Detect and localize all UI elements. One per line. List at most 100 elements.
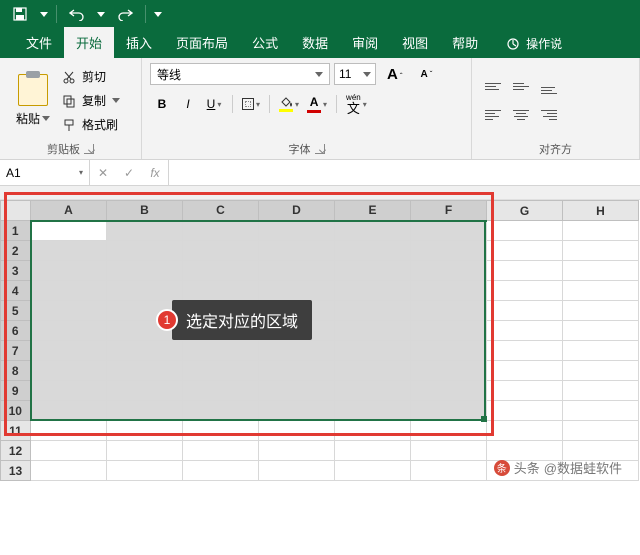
cell[interactable] bbox=[335, 361, 411, 381]
worksheet-grid[interactable]: ABCDEFGH12345678910111213 1 选定对应的区域 条 头条… bbox=[0, 200, 640, 481]
cell[interactable] bbox=[31, 321, 107, 341]
row-header[interactable]: 4 bbox=[1, 281, 31, 301]
qat-customize-dropdown[interactable] bbox=[154, 12, 162, 17]
cell[interactable] bbox=[107, 361, 183, 381]
cell[interactable] bbox=[183, 461, 259, 481]
cell[interactable] bbox=[107, 441, 183, 461]
font-launcher[interactable] bbox=[315, 144, 325, 154]
col-header[interactable]: D bbox=[259, 201, 335, 221]
cell[interactable] bbox=[335, 341, 411, 361]
tab-review[interactable]: 审阅 bbox=[340, 27, 390, 58]
cell[interactable] bbox=[563, 401, 639, 421]
align-center-button[interactable] bbox=[508, 103, 534, 127]
copy-button[interactable]: 复制 bbox=[62, 90, 120, 112]
qat-save-dropdown[interactable] bbox=[40, 12, 48, 17]
cell[interactable] bbox=[107, 241, 183, 261]
cell[interactable] bbox=[183, 381, 259, 401]
tab-data[interactable]: 数据 bbox=[290, 27, 340, 58]
cell[interactable] bbox=[31, 461, 107, 481]
phonetic-button[interactable]: wén文▾ bbox=[343, 92, 370, 116]
cell[interactable] bbox=[335, 461, 411, 481]
cell[interactable] bbox=[259, 341, 335, 361]
cell[interactable] bbox=[563, 361, 639, 381]
cell[interactable] bbox=[411, 261, 487, 281]
tell-me[interactable]: 操作说 bbox=[498, 29, 570, 58]
cell[interactable] bbox=[335, 421, 411, 441]
cell[interactable] bbox=[411, 301, 487, 321]
cell[interactable] bbox=[411, 461, 487, 481]
tab-help[interactable]: 帮助 bbox=[440, 27, 490, 58]
format-painter-button[interactable]: 格式刷 bbox=[62, 114, 120, 136]
cell[interactable] bbox=[487, 401, 563, 421]
col-header[interactable]: B bbox=[107, 201, 183, 221]
fx-button[interactable]: fx bbox=[142, 166, 168, 180]
row-header[interactable]: 7 bbox=[1, 341, 31, 361]
align-top-button[interactable] bbox=[480, 75, 506, 99]
row-header[interactable]: 12 bbox=[1, 441, 31, 461]
cell[interactable] bbox=[563, 321, 639, 341]
cell[interactable] bbox=[487, 261, 563, 281]
cell[interactable] bbox=[183, 441, 259, 461]
cell[interactable] bbox=[563, 381, 639, 401]
cell[interactable] bbox=[411, 381, 487, 401]
cell[interactable] bbox=[107, 221, 183, 241]
cell[interactable] bbox=[411, 321, 487, 341]
cell[interactable] bbox=[259, 241, 335, 261]
cell[interactable] bbox=[411, 241, 487, 261]
align-right-button[interactable] bbox=[536, 103, 562, 127]
cell[interactable] bbox=[259, 461, 335, 481]
cell[interactable] bbox=[31, 341, 107, 361]
row-header[interactable]: 13 bbox=[1, 461, 31, 481]
cell[interactable] bbox=[107, 341, 183, 361]
cell[interactable] bbox=[259, 401, 335, 421]
cell[interactable] bbox=[183, 401, 259, 421]
cell[interactable] bbox=[487, 341, 563, 361]
cell[interactable] bbox=[411, 441, 487, 461]
cell[interactable] bbox=[335, 321, 411, 341]
cell[interactable] bbox=[487, 221, 563, 241]
cell[interactable] bbox=[31, 301, 107, 321]
cell[interactable] bbox=[31, 261, 107, 281]
cell[interactable] bbox=[259, 261, 335, 281]
cell[interactable] bbox=[487, 241, 563, 261]
cell[interactable] bbox=[183, 361, 259, 381]
cell[interactable] bbox=[411, 281, 487, 301]
tab-view[interactable]: 视图 bbox=[390, 27, 440, 58]
cell[interactable] bbox=[411, 341, 487, 361]
col-header[interactable]: F bbox=[411, 201, 487, 221]
cell[interactable] bbox=[335, 261, 411, 281]
increase-font-button[interactable]: Aˆ bbox=[380, 62, 410, 86]
cell[interactable] bbox=[335, 241, 411, 261]
cell[interactable] bbox=[335, 281, 411, 301]
cell[interactable] bbox=[183, 221, 259, 241]
col-header[interactable]: E bbox=[335, 201, 411, 221]
row-header[interactable]: 2 bbox=[1, 241, 31, 261]
font-size-select[interactable]: 11 bbox=[334, 63, 376, 85]
cell[interactable] bbox=[107, 281, 183, 301]
cell[interactable] bbox=[259, 441, 335, 461]
undo-button[interactable] bbox=[65, 2, 89, 26]
cell[interactable] bbox=[335, 221, 411, 241]
tab-insert[interactable]: 插入 bbox=[114, 27, 164, 58]
cell[interactable] bbox=[183, 421, 259, 441]
save-button[interactable] bbox=[8, 2, 32, 26]
clipboard-launcher[interactable] bbox=[84, 144, 94, 154]
cell[interactable] bbox=[259, 421, 335, 441]
cell[interactable] bbox=[563, 261, 639, 281]
tab-page-layout[interactable]: 页面布局 bbox=[164, 27, 240, 58]
cell[interactable] bbox=[335, 381, 411, 401]
cell[interactable] bbox=[31, 381, 107, 401]
italic-button[interactable]: I bbox=[176, 92, 200, 116]
cell[interactable] bbox=[31, 401, 107, 421]
cell[interactable] bbox=[487, 381, 563, 401]
cell[interactable] bbox=[411, 361, 487, 381]
cell[interactable] bbox=[563, 241, 639, 261]
cell[interactable] bbox=[107, 261, 183, 281]
cell[interactable] bbox=[259, 361, 335, 381]
cell[interactable] bbox=[183, 241, 259, 261]
cell[interactable] bbox=[563, 341, 639, 361]
select-all-corner[interactable] bbox=[1, 201, 31, 221]
name-box[interactable]: A1 ▾ bbox=[0, 160, 90, 185]
cell[interactable] bbox=[563, 421, 639, 441]
tab-formulas[interactable]: 公式 bbox=[240, 27, 290, 58]
